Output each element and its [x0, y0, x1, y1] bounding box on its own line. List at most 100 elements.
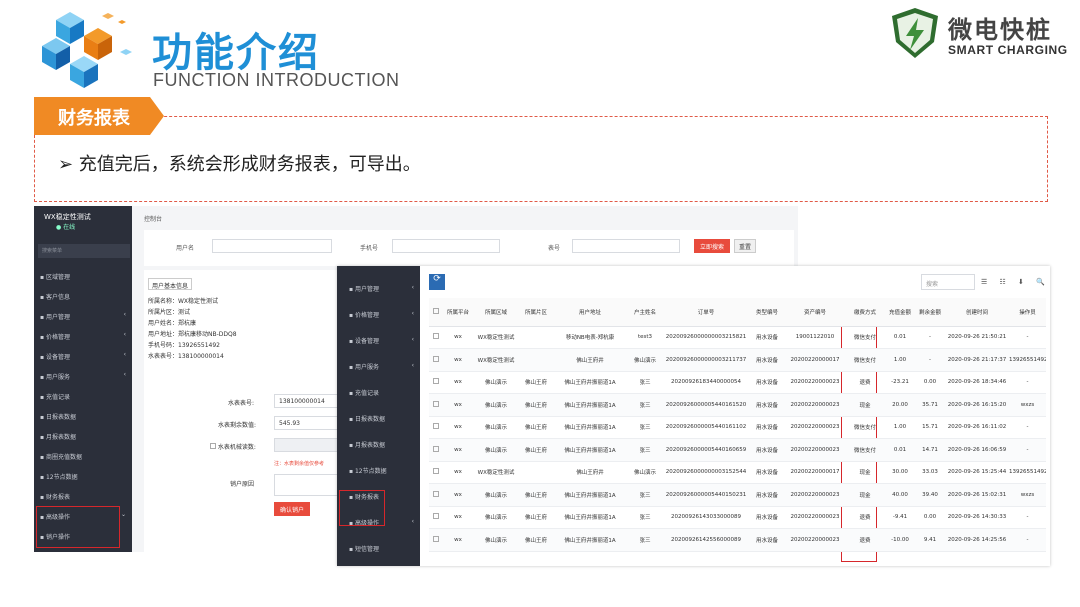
sidebar-item[interactable]: ▪ 用户管理 ‹	[337, 274, 420, 300]
sidebar-item[interactable]: ▪ 价格管理 ‹	[337, 300, 420, 326]
table-cell: -	[1009, 371, 1046, 394]
table-row[interactable]: wx 佛山演示 佛山王府 佛山王府井振丽道1A 张三 202009260000054401…	[429, 438, 1046, 462]
table-cell: 20200926000005440161520	[663, 393, 749, 417]
table-row[interactable]: wx WX稳定性测试 移动NB电表-郑杭康 test3 2020092600000000…	[429, 326, 1046, 349]
column-header[interactable]: 操作员	[1009, 298, 1046, 327]
row-checkbox[interactable]	[433, 445, 439, 452]
sidebar-item[interactable]: ▪ 设备管理 ‹	[34, 346, 132, 366]
sidebar-item[interactable]: ▪ 区域管理	[34, 266, 132, 286]
table-cell: 2020-09-26 16:15:20	[945, 393, 1009, 417]
table-row[interactable]: wx 佛山演示 佛山王府 佛山王府井振丽道1A 张三 202009260000054401…	[429, 393, 1046, 417]
row-checkbox[interactable]	[433, 468, 439, 475]
table-row[interactable]: wx 佛山演示 佛山王府 佛山王府井振丽道1A 张三 202009260000054401…	[429, 483, 1046, 507]
sidebar-item[interactable]: ▪ 商圈充值数据	[34, 446, 132, 466]
table-cell[interactable]	[429, 461, 443, 484]
row-checkbox[interactable]	[433, 355, 439, 362]
chevron-icon: ‹	[411, 336, 414, 343]
reason-label: 销户原因	[230, 481, 255, 488]
column-header[interactable]	[429, 298, 443, 327]
table-cell[interactable]	[429, 483, 443, 507]
sidebar-item[interactable]: ▪ 月报表数据	[34, 426, 132, 446]
sidebar-item[interactable]: ▪ 日报表数据	[34, 406, 132, 426]
column-header[interactable]: 户主姓名	[627, 298, 663, 327]
row-checkbox[interactable]	[433, 490, 439, 497]
search-button[interactable]: 立即搜索	[694, 239, 730, 253]
table-cell[interactable]	[429, 326, 443, 349]
meter-input[interactable]	[572, 239, 680, 253]
column-header[interactable]: 订单号	[663, 298, 749, 327]
sidebar-item[interactable]: ▪ 月报表数据	[337, 430, 420, 456]
table-cell[interactable]	[429, 371, 443, 394]
column-header[interactable]: 缴费方式	[845, 298, 885, 327]
select-all-checkbox[interactable]	[433, 307, 439, 314]
table-cell[interactable]	[429, 348, 443, 372]
table-cell[interactable]	[429, 506, 443, 529]
table-cell[interactable]	[429, 416, 443, 439]
table-cell: 佛山演示	[473, 416, 519, 439]
sidebar-item[interactable]: ▪ 设备管理 ‹	[337, 326, 420, 352]
table-cell: 1.00	[885, 348, 915, 372]
table-cell: WX稳定性测试	[473, 326, 519, 349]
sidebar-item[interactable]: ▪ 用户服务 ‹	[34, 366, 132, 386]
section-tag: 财务报表	[58, 108, 130, 129]
table-cell[interactable]	[429, 393, 443, 417]
sidebar-item[interactable]: ▪ 财务报表	[34, 486, 132, 506]
phone-input[interactable]	[392, 239, 500, 253]
column-header[interactable]: 剩余金额	[915, 298, 945, 327]
row-checkbox[interactable]	[433, 513, 439, 520]
sidebar-item[interactable]: ▪ 充值记录	[34, 386, 132, 406]
table-toolbar-icons[interactable]: ☰ ☷ ⬇ 🔍	[981, 278, 1050, 286]
balance-input[interactable]: 545.93	[274, 416, 344, 430]
refresh-icon[interactable]: ⟳	[429, 274, 445, 290]
sidebar-item[interactable]: ▪ 12节点数据	[34, 466, 132, 486]
sidebar-item-label: 商圈充值数据	[45, 454, 82, 461]
table-row[interactable]: wx 佛山演示 佛山王府 佛山王府井振丽道1A 张三 202009261834400000…	[429, 371, 1046, 394]
table-row[interactable]: wx 佛山演示 佛山王府 佛山王府井振丽道1A 张三 202009261425560000…	[429, 528, 1046, 552]
confirm-close-button[interactable]: 确认销户	[274, 502, 310, 516]
mechanical-reading-checkbox[interactable]: 水表机械读数:	[210, 442, 256, 451]
sidebar-item[interactable]: ▪ 用户管理 ‹	[34, 306, 132, 326]
user-info-tab[interactable]: 用户基本信息	[148, 278, 192, 290]
table-cell: 2020-09-26 14:30:33	[945, 506, 1009, 529]
column-header[interactable]: 充值金额	[885, 298, 915, 327]
table-row[interactable]: wx 佛山演示 佛山王府 佛山王府井振丽道1A 张三 202009260000054401…	[429, 416, 1046, 439]
table-row[interactable]: wx 佛山演示 佛山王府 佛山王府井振丽道1A 张三 202009261430330000…	[429, 506, 1046, 529]
table-row[interactable]: wx WX稳定性测试 佛山王府井 佛山演示 2020092600000000315254…	[429, 461, 1046, 484]
table-cell: wx	[443, 416, 473, 439]
table-cell[interactable]	[429, 528, 443, 552]
meter-no-input[interactable]: 138100000014	[274, 394, 344, 408]
row-checkbox[interactable]	[433, 535, 439, 542]
sidebar-item[interactable]: ▪ 充值记录	[337, 378, 420, 404]
table-search-input[interactable]: 搜索	[921, 274, 975, 290]
sidebar-item[interactable]: ▪ 短信管理	[337, 534, 420, 560]
row-checkbox[interactable]	[433, 378, 439, 385]
mechanical-reading-input[interactable]	[274, 438, 344, 452]
column-header[interactable]: 资产编号	[785, 298, 845, 327]
username-input[interactable]	[212, 239, 332, 253]
sidebar-item[interactable]: ▪ 12节点数据	[337, 456, 420, 482]
table-cell: 20200926000000003215821	[663, 326, 749, 349]
table-cell: 0.01	[885, 326, 915, 349]
sidebar-item[interactable]: ▪ 价格管理 ‹	[34, 326, 132, 346]
sidebar-item[interactable]: ▪ 用户服务 ‹	[337, 352, 420, 378]
sidebar-item[interactable]: ▪ 日报表数据	[337, 404, 420, 430]
table-row[interactable]: wx WX稳定性测试 佛山王府井 佛山演示 2020092600000000321173…	[429, 348, 1046, 372]
column-header[interactable]: 所属区域	[473, 298, 519, 327]
column-header[interactable]: 所属平台	[443, 298, 473, 327]
balance-warning: 注：水表剩余值仅参考	[274, 461, 325, 467]
menu-search-input[interactable]: 搜索菜单	[38, 244, 130, 258]
reset-button[interactable]: 重置	[734, 239, 756, 253]
table-cell: 佛山演示	[473, 506, 519, 529]
row-checkbox[interactable]	[433, 333, 439, 340]
column-header[interactable]: 用户地址	[553, 298, 627, 327]
column-header[interactable]: 创建时间	[945, 298, 1009, 327]
column-header[interactable]: 所属片区	[519, 298, 553, 327]
row-checkbox[interactable]	[433, 400, 439, 407]
chevron-icon: ‹	[123, 351, 126, 358]
table-cell: 2020-09-26 14:25:56	[945, 528, 1009, 552]
column-header[interactable]: 类型编号	[749, 298, 785, 327]
sidebar-item[interactable]: ▪ 客户信息	[34, 286, 132, 306]
reason-textarea[interactable]	[274, 474, 344, 496]
row-checkbox[interactable]	[433, 423, 439, 430]
table-cell[interactable]	[429, 438, 443, 462]
